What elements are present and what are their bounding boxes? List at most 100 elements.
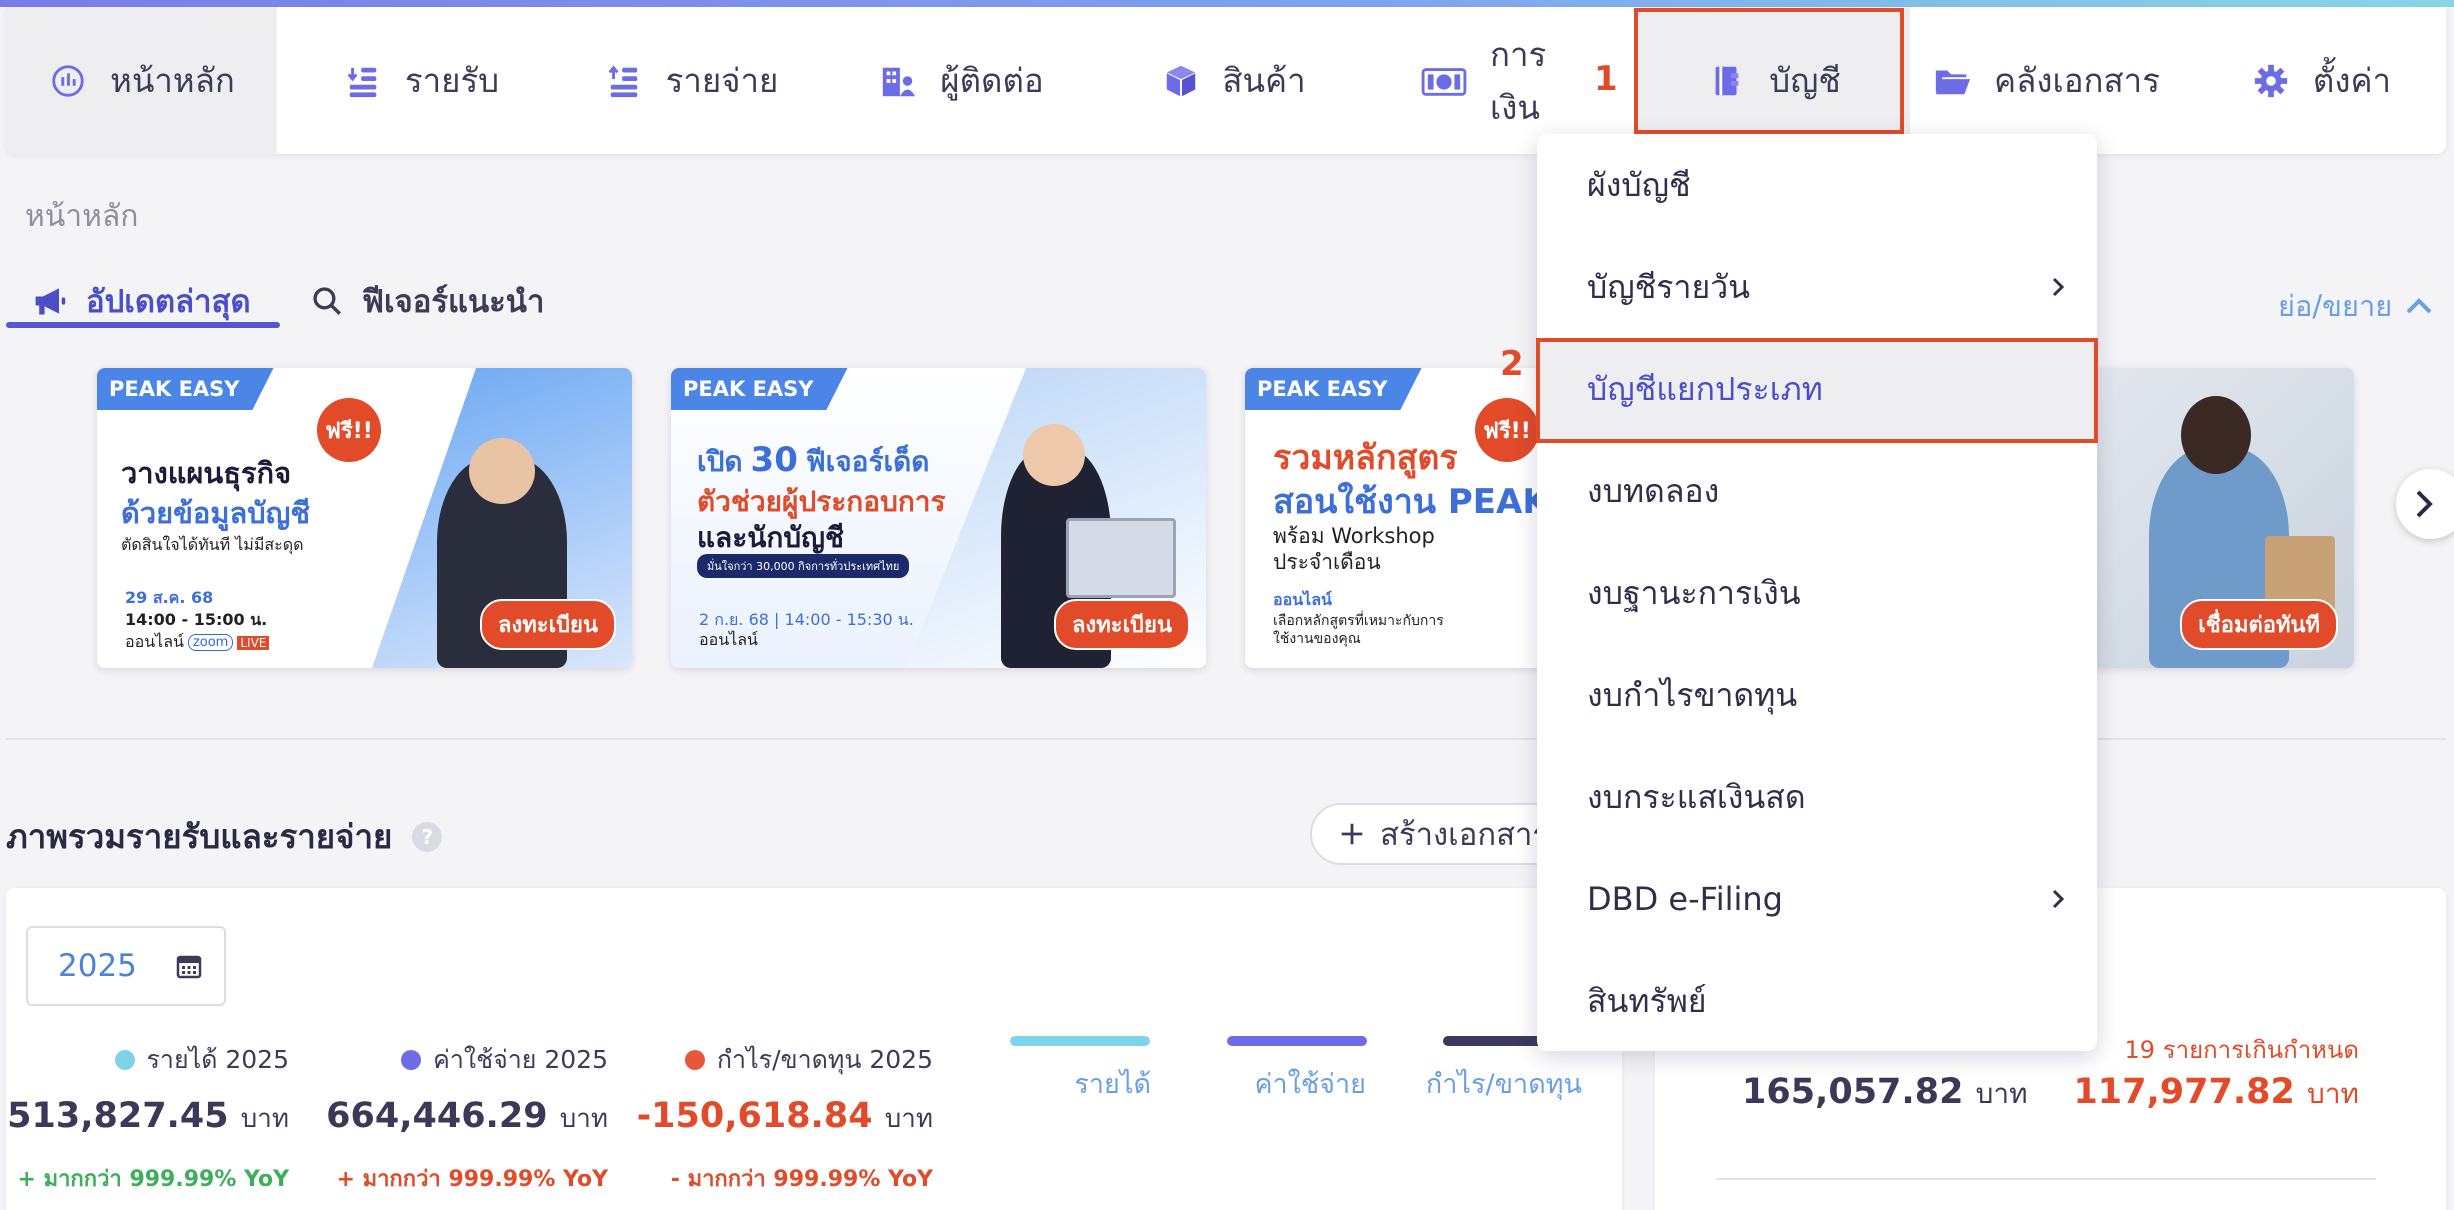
nav-item-contacts[interactable]: ผู้ติดต่อ [876,7,1046,154]
legend-expense[interactable]: ค่าใช้จ่าย [1254,1062,1366,1105]
banner-subtitle: ตัดสินใจได้ทันที ไม่มีสะดุด [121,535,304,554]
metric-label-row: รายได้ 2025 [7,1040,289,1080]
overdue-count: 19 รายการเกินกำหนด [2124,1036,2359,1064]
menu-item-label: สินทรัพย์ [1587,981,1707,1020]
top-accent-bar [0,0,2454,7]
menu-item-balance-sheet[interactable]: งบฐานะการเงิน [1537,542,2097,644]
nav-label: ตั้งค่า [2312,61,2392,100]
nav-label: สินค้า [1222,61,1306,100]
create-document-label: สร้างเอกสาร [1380,817,1550,853]
menu-item-label: งบกำไรขาดทุน [1587,675,1798,714]
tab-label: อัปเดตล่าสุด [86,284,251,320]
menu-item-label: งบกระแสเงินสด [1587,777,1806,816]
menu-item-label: DBD e-Filing [1587,880,1783,918]
banner-channel: ออนไลน์ zoom LIVE [125,630,270,655]
metric-value: 664,446.29 บาท [326,1096,608,1139]
nav-label: ผู้ติดต่อ [940,61,1044,100]
banner-tag: PEAK EASY [1245,368,1422,410]
help-icon[interactable]: ? [412,821,443,852]
tab-label: ฟีเจอร์แนะนำ [362,284,545,320]
section-title: ภาพรวมรายรับและรายจ่าย ? [6,810,443,863]
nav-item-finance[interactable]: การเงิน [1420,7,1596,154]
legend-profit-loss[interactable]: กำไร/ขาดทุน [1426,1062,1582,1105]
metric-value: -150,618.84 บาท [637,1096,933,1139]
menu-item-cash-flow[interactable]: งบกระแสเงินสด [1537,746,2097,848]
metric-label-row: ค่าใช้จ่าย 2025 [326,1040,608,1080]
legend-income[interactable]: รายได้ [1074,1062,1151,1105]
chevron-right-icon [2052,277,2065,297]
annotation-highlight-general-ledger [1536,338,2098,443]
nav-item-home[interactable]: หน้าหลัก [6,7,277,154]
collapse-expand-toggle[interactable]: ย่อ/ขยาย [2278,283,2436,329]
nav-item-expense[interactable]: รายจ่าย [596,7,786,154]
year-selector[interactable]: 2025 [26,926,226,1006]
nav-label: คลังเอกสาร [1994,61,2160,100]
metric-profit-loss: กำไร/ขาดทุน 2025 -150,618.84 บาท - มากกว… [637,1040,933,1196]
headline-pre: เปิด [697,445,743,478]
contacts-icon [878,61,918,101]
receivable-amount: 165,057.82 บาท [1742,1072,2028,1116]
promo-banner-2[interactable]: PEAK EASY เปิด 30 ฟีเจอร์เด็ด ตัวช่วยผู้… [671,368,1206,668]
expense-icon [604,61,644,101]
amount-unit: บาท [2307,1077,2359,1110]
chevron-right-icon [2416,490,2433,518]
menu-item-assets[interactable]: สินทรัพย์ [1537,950,2097,1052]
overdue-amount: 117,977.82 บาท [2073,1072,2359,1116]
register-button[interactable]: ลงทะเบียน [1054,599,1190,650]
megaphone-icon [35,288,66,315]
search-icon [313,287,341,315]
nav-label: การเงิน [1490,34,1547,127]
calendar-icon [176,955,202,979]
connect-now-button[interactable]: เชื่อมต่อทันที [2180,599,2338,650]
presenter-head [2181,396,2251,474]
carousel-next-button[interactable] [2396,469,2454,539]
metric-label: กำไร/ขาดทุน 2025 [716,1045,933,1074]
metric-yoy: - มากกว่า 999.99% YoY [670,1167,933,1192]
nav-item-documents[interactable]: คลังเอกสาร [1931,7,2161,154]
banner-headline-2: ด้วยข้อมูลบัญชี [121,496,311,530]
legend-line-income [1010,1036,1150,1046]
plus-icon [1341,823,1363,845]
nav-item-products[interactable]: สินค้า [1164,7,1306,154]
accounting-dropdown-menu: ผังบัญชี บัญชีรายวัน บัญชีแยกประเภท งบทด… [1537,134,2097,1051]
banner-subtitle-2: ประจำเดือน [1273,550,1381,574]
banner-tag: PEAK EASY [671,368,848,410]
toggle-label: ย่อ/ขยาย [2278,289,2393,323]
menu-item-income-statement[interactable]: งบกำไรขาดทุน [1537,644,2097,746]
banner-tag: PEAK EASY [97,368,274,410]
legend-dot [684,1050,705,1070]
card-divider [1716,1178,2376,1180]
register-button[interactable]: ลงทะเบียน [480,599,616,650]
menu-item-dbd-efiling[interactable]: DBD e-Filing [1537,848,2097,950]
banner-channel: ออนไลน์ [699,630,758,649]
amount-value: 117,977.82 [2073,1072,2295,1112]
banner-headline: เปิด 30 ฟีเจอร์เด็ด [697,440,929,484]
laptop-image [1066,518,1176,598]
nav-label: หน้าหลัก [110,61,235,100]
chevron-up-icon [2406,298,2432,314]
nav-item-income[interactable]: รายรับ [326,7,516,154]
menu-item-label: ผังบัญชี [1587,165,1691,204]
menu-item-label: งบทดลอง [1587,471,1720,510]
income-icon [343,61,383,101]
year-value: 2025 [58,948,137,984]
step-marker-2: 2 [1500,344,1524,384]
menu-item-chart-of-accounts[interactable]: ผังบัญชี [1537,134,2097,236]
promo-banner-1[interactable]: PEAK EASY ฟรี!! วางแผนธุรกิจ ด้วยข้อมูลบ… [97,368,632,668]
headline-num: 30 [750,440,798,480]
headline-post: ฟีเจอร์เด็ด [805,445,930,478]
metric-amount: 664,446.29 [326,1096,548,1136]
menu-item-journal[interactable]: บัญชีรายวัน [1537,236,2097,338]
metric-unit: บาท [884,1104,933,1134]
legend-dot [401,1050,422,1070]
gear-icon [2251,61,2291,101]
nav-item-settings[interactable]: ตั้งค่า [2246,7,2396,154]
metric-label: ค่าใช้จ่าย 2025 [433,1045,608,1074]
metric-label: รายได้ 2025 [146,1045,290,1074]
tab-latest-updates[interactable]: อัปเดตล่าสุด [32,275,251,327]
menu-item-label: บัญชีรายวัน [1587,267,1751,306]
tab-recommended-features[interactable]: ฟีเจอร์แนะนำ [310,275,544,327]
menu-item-trial-balance[interactable]: งบทดลอง [1537,440,2097,542]
metric-expense: ค่าใช้จ่าย 2025 664,446.29 บาท + มากกว่า… [326,1040,608,1196]
metric-unit: บาท [559,1104,608,1134]
